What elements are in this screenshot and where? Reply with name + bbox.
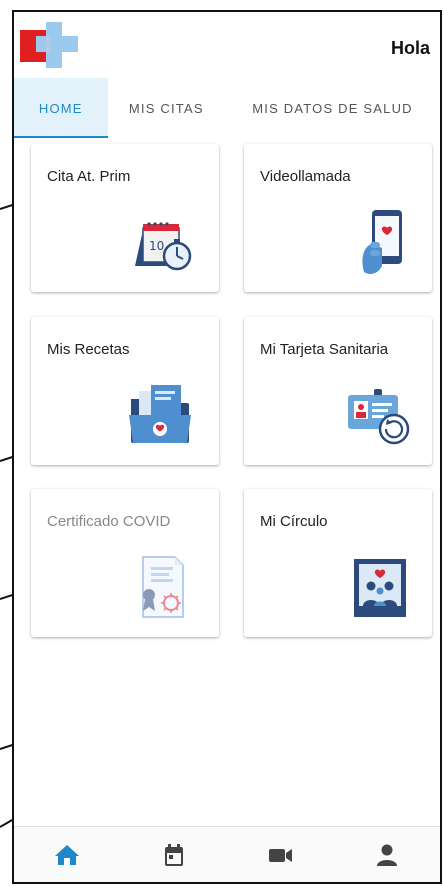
card-mis-recetas[interactable]: Mis Recetas bbox=[31, 317, 219, 465]
home-icon bbox=[55, 844, 80, 865]
card-certificado-covid[interactable]: Certificado COVID bbox=[31, 489, 219, 637]
app-header: Hola bbox=[14, 12, 440, 78]
card-label: Mi Tarjeta Sanitaria bbox=[260, 341, 389, 358]
nav-perfil[interactable] bbox=[334, 827, 441, 882]
card-mi-tarjeta-sanitaria[interactable]: Mi Tarjeta Sanitaria bbox=[244, 317, 432, 465]
tab-home[interactable]: HOME bbox=[14, 78, 108, 138]
nav-citas[interactable] bbox=[121, 827, 228, 882]
tab-mis-citas[interactable]: MIS CITAS bbox=[108, 78, 225, 138]
family-photo-icon bbox=[354, 559, 406, 617]
person-icon bbox=[376, 844, 397, 866]
card-label: Cita At. Prim bbox=[47, 168, 131, 185]
video-camera-icon bbox=[269, 848, 293, 862]
id-card-refresh-icon bbox=[348, 389, 410, 445]
card-cita-at-prim[interactable]: Cita At. Prim 10 bbox=[31, 144, 219, 292]
calendar-timer-icon: 10 bbox=[135, 222, 192, 271]
certificate-virus-icon bbox=[142, 556, 184, 618]
bottom-navigation bbox=[14, 826, 440, 882]
health-cross-logo bbox=[20, 22, 78, 68]
svg-text:10: 10 bbox=[149, 239, 164, 253]
folder-heart-icon bbox=[129, 385, 191, 443]
card-label: Mi Círculo bbox=[260, 513, 328, 530]
card-label: Videollamada bbox=[260, 168, 351, 185]
card-label: Certificado COVID bbox=[47, 513, 171, 530]
tab-bar: HOME MIS CITAS MIS DATOS DE SALUD bbox=[14, 78, 440, 138]
app-screen: Hola HOME MIS CITAS MIS DATOS DE SALUD C… bbox=[12, 10, 442, 884]
card-label: Mis Recetas bbox=[47, 341, 130, 358]
frame-edge bbox=[0, 819, 13, 828]
tab-mis-datos-de-salud[interactable]: MIS DATOS DE SALUD bbox=[225, 78, 440, 138]
greeting-text: Hola bbox=[390, 38, 430, 58]
card-mi-circulo[interactable]: Mi Círculo bbox=[244, 489, 432, 637]
card-videollamada[interactable]: Videollamada bbox=[244, 144, 432, 292]
nav-home[interactable] bbox=[14, 827, 121, 882]
calendar-icon bbox=[164, 843, 183, 866]
phone-heart-icon bbox=[362, 210, 402, 274]
nav-videollamada[interactable] bbox=[227, 827, 334, 882]
